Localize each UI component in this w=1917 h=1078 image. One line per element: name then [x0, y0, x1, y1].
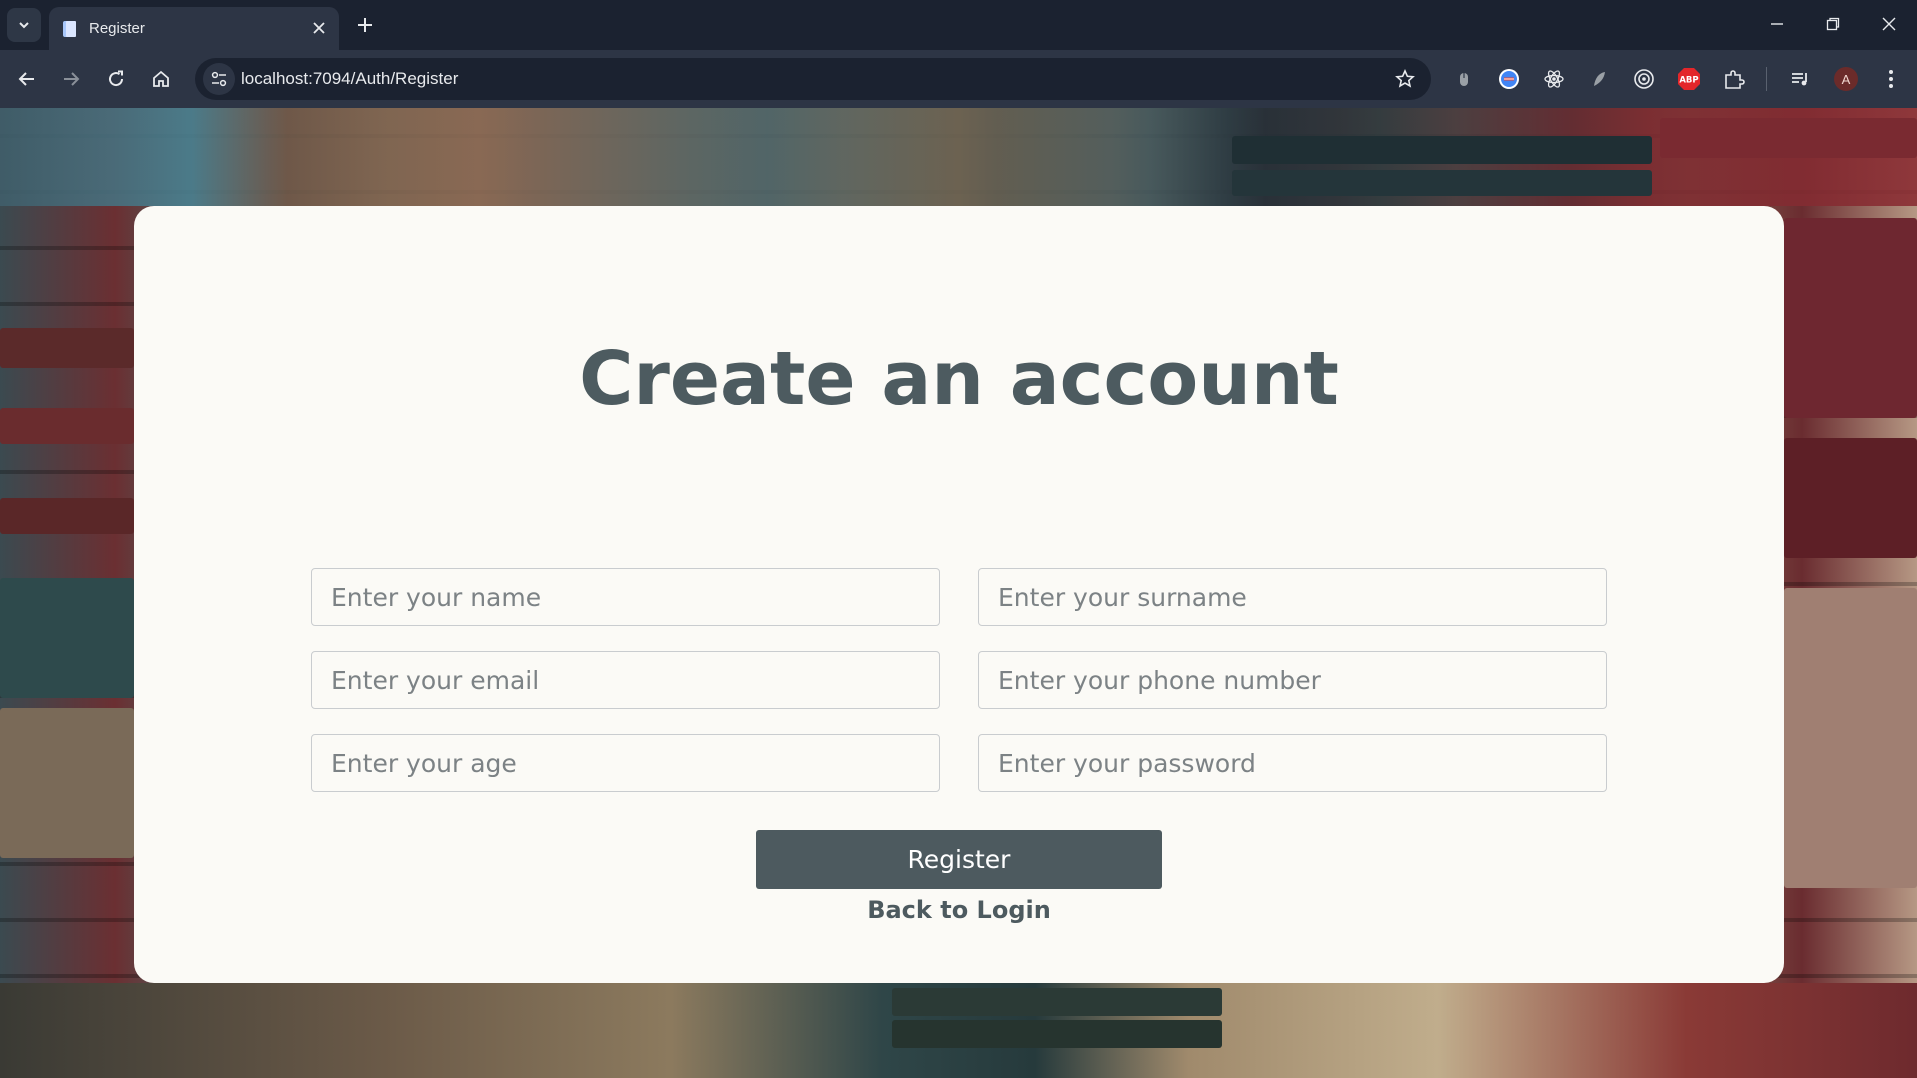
adblock-plus-button[interactable]: ABP [1674, 64, 1704, 94]
react-devtools-icon [1544, 70, 1564, 88]
tab-close-button[interactable] [307, 16, 331, 40]
password-input[interactable] [978, 734, 1607, 792]
tab-search-button[interactable] [7, 8, 41, 42]
playlist-icon [1792, 73, 1807, 86]
arrow-right-icon [64, 72, 80, 86]
page-viewport: Create an account Register Back to Login [0, 108, 1917, 1078]
age-input[interactable] [311, 734, 940, 792]
react-devtools-button[interactable] [1539, 64, 1569, 94]
browser-menu-button[interactable] [1876, 64, 1906, 94]
adblock-plus-icon: ABP [1678, 68, 1700, 90]
restore-button[interactable] [1805, 0, 1861, 48]
new-tab-button[interactable] [350, 10, 380, 40]
feather-extension-button[interactable] [1584, 64, 1614, 94]
back-to-login-container: Back to Login [134, 896, 1784, 924]
url-text[interactable]: localhost:7094/Auth/Register [241, 69, 458, 89]
browser-tab-strip: Register [0, 0, 1917, 50]
site-info-button[interactable] [203, 63, 235, 95]
translate-extension-button[interactable] [1494, 64, 1524, 94]
restore-icon [1826, 17, 1840, 31]
bookmark-button[interactable] [1391, 65, 1419, 93]
home-button[interactable] [144, 62, 178, 96]
tab-title: Register [89, 20, 145, 37]
close-icon [1882, 17, 1896, 31]
minimize-icon [1771, 23, 1783, 25]
reload-icon [109, 70, 124, 87]
back-button[interactable] [10, 62, 44, 96]
name-input[interactable] [311, 568, 940, 626]
register-button[interactable]: Register [756, 830, 1162, 889]
email-input[interactable] [311, 651, 940, 709]
arrow-left-icon [18, 72, 34, 86]
media-controls-button[interactable] [1785, 64, 1815, 94]
page-title: Create an account [579, 336, 1339, 422]
forward-button[interactable] [54, 62, 88, 96]
surname-input[interactable] [978, 568, 1607, 626]
feather-extension-icon [1594, 72, 1605, 86]
toolbar-separator [1766, 67, 1767, 91]
register-card: Create an account Register Back to Login [134, 206, 1784, 983]
profile-avatar[interactable]: A [1831, 64, 1861, 94]
star-icon [1395, 69, 1415, 88]
minimize-button[interactable] [1749, 0, 1805, 48]
close-icon [313, 22, 325, 34]
chevron-down-icon [19, 22, 29, 29]
close-window-button[interactable] [1861, 0, 1917, 48]
puzzle-extensions-icon [1725, 70, 1745, 89]
target-extension-icon [1634, 69, 1654, 89]
address-bar[interactable]: localhost:7094/Auth/Register [195, 58, 1431, 100]
translate-extension-icon [1499, 69, 1519, 89]
more-vertical-icon [1889, 70, 1893, 88]
plus-icon [358, 18, 372, 32]
home-icon [153, 70, 169, 87]
avatar: A [1834, 67, 1858, 91]
reload-button[interactable] [99, 62, 133, 96]
target-extension-button[interactable] [1629, 64, 1659, 94]
browser-toolbar: localhost:7094/Auth/Register ABP A [0, 50, 1917, 108]
avatar-initial: A [1841, 71, 1851, 87]
back-to-login-link[interactable]: Back to Login [867, 896, 1051, 924]
page-favicon-icon [63, 21, 76, 37]
svg-text:ABP: ABP [1679, 76, 1698, 86]
phone-input[interactable] [978, 651, 1607, 709]
mouse-extension-button[interactable] [1449, 64, 1479, 94]
tune-icon [211, 71, 227, 87]
extensions-button[interactable] [1719, 64, 1749, 94]
mouse-extension-icon [1460, 73, 1468, 86]
tab-register[interactable]: Register [49, 7, 339, 50]
